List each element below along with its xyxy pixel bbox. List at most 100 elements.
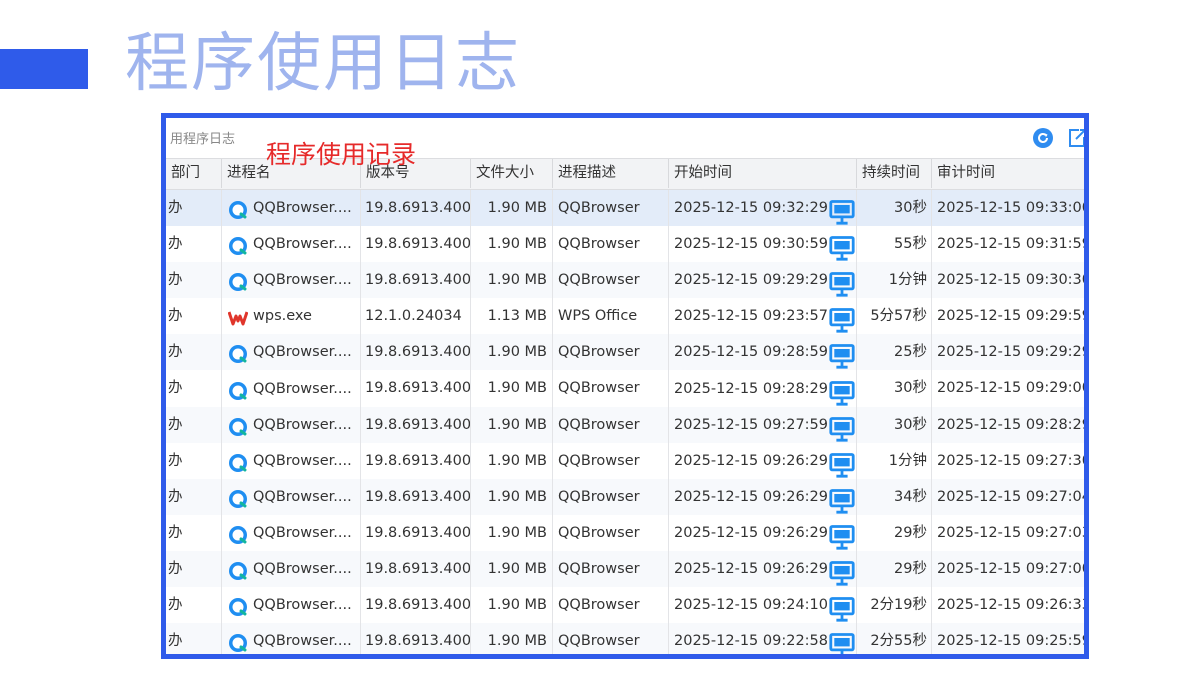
cell-dept: 办 <box>166 514 222 551</box>
table-row[interactable]: 办 QQBrowser.... 19.8.6913.400 1.90 MB QQBrow… <box>166 226 1086 263</box>
screen-monitor-icon[interactable] <box>828 451 856 478</box>
cell-version: 19.8.6913.400 <box>361 262 471 299</box>
cell-version: 19.8.6913.400 <box>361 226 471 263</box>
table-row[interactable]: 办 QQBrowser.... 19.8.6913.400 1.90 MB QQBrow… <box>166 262 1084 299</box>
cell-dept: 办 <box>166 370 222 407</box>
header-desc[interactable]: 进程描述 <box>553 159 669 188</box>
cell-audit: 2025-12-15 09:28:29 <box>937 416 1086 433</box>
cell-start: 2025-12-15 09:23:57 <box>669 298 857 335</box>
cell-audit: 2025-12-15 09:27:00 <box>937 560 1086 577</box>
table-row[interactable]: 办 QQBrowser.... 19.8.6913.400 1.90 MB QQBrow… <box>166 550 1086 588</box>
cell-start: 2025-12-15 09:26:29 <box>669 514 857 551</box>
refresh-icon[interactable] <box>1032 127 1054 149</box>
cell-start: 2025-12-15 09:26:29 <box>669 550 857 588</box>
cell-process: QQBrowser.... <box>222 334 361 371</box>
process-name: QQBrowser.... <box>253 236 352 253</box>
header-audit[interactable]: 审计时间 <box>932 159 1084 188</box>
cell-start: 2025-12-15 09:26:29 <box>669 442 857 479</box>
screen-monitor-icon[interactable] <box>828 595 856 622</box>
cell-duration: 2分19秒 <box>857 587 932 624</box>
cell-dept: 办 <box>166 478 222 515</box>
cell-desc: QQBrowser <box>553 623 669 654</box>
table-row[interactable]: 办 QQBrowser.... 19.8.6913.400 1.90 MB QQBrow… <box>166 587 1084 624</box>
table-row[interactable]: 办 wps.exe 12.1.0.24034 1.13 MB WPS Office 202… <box>166 298 1084 335</box>
cell-desc: QQBrowser <box>553 406 669 443</box>
cell-duration: 5分57秒 <box>857 298 932 335</box>
start-time: 2025-12-15 09:30:59 <box>674 236 828 253</box>
cell-size: 1.90 MB <box>471 334 553 371</box>
screen-monitor-icon[interactable] <box>828 306 856 333</box>
cell-start: 2025-12-15 09:24:10 <box>669 587 857 624</box>
screen-monitor-icon[interactable] <box>828 234 856 261</box>
screen-monitor-icon[interactable] <box>828 631 856 654</box>
cell-version: 19.8.6913.400 <box>361 478 471 515</box>
qqbrowser-icon <box>228 415 248 436</box>
screen-monitor-icon[interactable] <box>828 270 856 297</box>
screen-monitor-icon[interactable] <box>828 487 856 514</box>
screen-monitor-icon[interactable] <box>828 559 856 586</box>
cell-size: 1.90 MB <box>471 262 553 299</box>
process-name: QQBrowser.... <box>253 524 352 541</box>
log-table: 部门 进程名 版本号 文件大小 进程描述 开始时间 持续时间 审计时间 办 QQB… <box>166 158 1086 654</box>
cell-version: 19.8.6913.400 <box>361 623 471 654</box>
cell-duration: 29秒 <box>857 514 932 551</box>
cell-dept: 办 <box>166 587 222 624</box>
screen-monitor-icon[interactable] <box>828 342 856 370</box>
start-time: 2025-12-15 09:29:29 <box>674 272 828 289</box>
cell-duration: 29秒 <box>857 550 932 588</box>
cell-start: 2025-12-15 09:28:29 <box>669 370 857 407</box>
cell-process: QQBrowser.... <box>222 370 361 407</box>
qqbrowser-icon <box>228 559 248 580</box>
qqbrowser-icon <box>228 234 248 256</box>
qqbrowser-icon <box>228 631 248 653</box>
table-row[interactable]: 办 QQBrowser.... 19.8.6913.400 1.90 MB QQBrow… <box>166 190 1084 227</box>
cell-start: 2025-12-15 09:27:59 <box>669 406 857 443</box>
start-time: 2025-12-15 09:26:29 <box>674 452 828 469</box>
table-row[interactable]: 办 QQBrowser.... 19.8.6913.400 1.90 MB QQBrow… <box>166 514 1086 551</box>
screen-monitor-icon[interactable] <box>828 415 856 442</box>
header-duration[interactable]: 持续时间 <box>857 159 932 188</box>
process-name: QQBrowser.... <box>253 560 352 577</box>
process-name: QQBrowser.... <box>253 452 352 469</box>
screen-monitor-icon[interactable] <box>828 523 856 550</box>
cell-dept: 办 <box>166 406 222 443</box>
cell-size: 1.90 MB <box>471 550 553 588</box>
header-size[interactable]: 文件大小 <box>471 159 553 188</box>
start-time: 2025-12-15 09:24:10 <box>674 597 828 614</box>
cell-version: 19.8.6913.400 <box>361 334 471 371</box>
table-row[interactable]: 办 QQBrowser.... 19.8.6913.400 1.90 MB QQBrow… <box>166 370 1084 407</box>
export-icon[interactable] <box>1066 127 1088 149</box>
table-row[interactable]: 办 QQBrowser.... 19.8.6913.400 1.90 MB QQBrow… <box>166 406 1086 443</box>
cell-audit: 2025-12-15 09:31:59 <box>937 236 1086 253</box>
header-dept[interactable]: 部门 <box>166 159 222 188</box>
process-name: QQBrowser.... <box>253 200 352 217</box>
cell-audit: 2025-12-15 09:27:03 <box>937 524 1086 541</box>
table-row[interactable]: 办 QQBrowser.... 19.8.6913.400 1.90 MB QQBrow… <box>166 623 1084 654</box>
cell-start: 2025-12-15 09:29:29 <box>669 262 857 299</box>
cell-duration: 1分钟 <box>857 442 932 479</box>
header-start[interactable]: 开始时间 <box>669 159 857 188</box>
cell-duration: 25秒 <box>857 334 932 371</box>
annotation-label: 程序使用记录 <box>266 140 417 169</box>
table-row[interactable]: 办 QQBrowser.... 19.8.6913.400 1.90 MB QQBrow… <box>166 334 1084 371</box>
qqbrowser-icon <box>228 451 248 472</box>
accent-bar <box>0 49 88 89</box>
screen-monitor-icon[interactable] <box>828 198 856 225</box>
cell-desc: QQBrowser <box>553 442 669 479</box>
cell-version: 19.8.6913.400 <box>361 550 471 588</box>
table-row[interactable]: 办 QQBrowser.... 19.8.6913.400 1.90 MB QQBrow… <box>166 478 1084 515</box>
screen-monitor-icon[interactable] <box>828 379 856 406</box>
cell-size: 1.90 MB <box>471 226 553 263</box>
cell-version: 19.8.6913.400 <box>361 190 471 227</box>
cell-desc: QQBrowser <box>553 262 669 299</box>
cell-dept: 办 <box>166 298 222 335</box>
start-time: 2025-12-15 09:26:29 <box>674 488 828 505</box>
cell-desc: QQBrowser <box>553 587 669 624</box>
start-time: 2025-12-15 09:28:29 <box>674 380 828 397</box>
cell-process: QQBrowser.... <box>222 406 361 443</box>
start-time: 2025-12-15 09:32:29 <box>674 200 828 217</box>
cell-process: QQBrowser.... <box>222 190 361 227</box>
cell-version: 19.8.6913.400 <box>361 442 471 479</box>
table-row[interactable]: 办 QQBrowser.... 19.8.6913.400 1.90 MB QQBrow… <box>166 442 1084 479</box>
cell-version: 19.8.6913.400 <box>361 587 471 624</box>
